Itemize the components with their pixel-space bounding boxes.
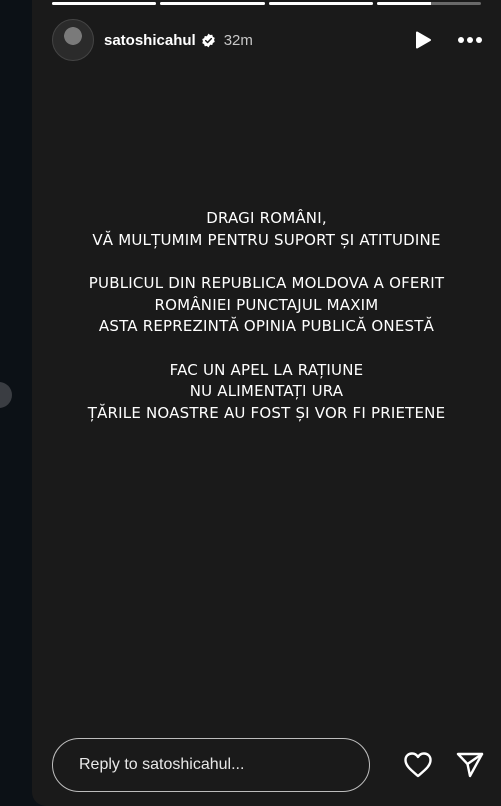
story-progress-segment bbox=[376, 2, 481, 5]
username[interactable]: satoshicahul bbox=[104, 32, 196, 49]
play-icon[interactable] bbox=[413, 30, 433, 50]
story-text-line: ROMÂNIEI PUNCTAJUL MAXIM bbox=[154, 295, 379, 314]
story-text-line: ȚĂRILE NOASTRE AU FOST ȘI VOR FI PRIETEN… bbox=[87, 403, 446, 422]
story-progress-fill bbox=[160, 2, 265, 5]
story-header: satoshicahul 32m bbox=[52, 19, 483, 61]
story-timestamp: 32m bbox=[223, 31, 253, 49]
story-progress-segment bbox=[52, 2, 157, 5]
send-icon[interactable] bbox=[455, 751, 485, 779]
story-text: DRAGI ROMÂNI, VĂ MULȚUMIM PENTRU SUPORT Ș… bbox=[32, 208, 501, 424]
avatar[interactable] bbox=[52, 19, 94, 61]
story-viewer: satoshicahul 32m DRAGI ROMÂNI, VĂ MULȚUMI… bbox=[32, 0, 501, 806]
story-text-line: FAC UN APEL LA RAȚIUNE bbox=[169, 360, 364, 379]
story-text-line: VĂ MULȚUMIM PENTRU SUPORT ȘI ATITUDINE bbox=[92, 230, 441, 249]
more-options-icon[interactable] bbox=[457, 36, 483, 44]
story-progress-bar bbox=[52, 2, 481, 5]
heart-icon[interactable] bbox=[403, 751, 433, 779]
story-progress-fill bbox=[268, 2, 373, 5]
verified-badge-icon bbox=[201, 33, 216, 48]
story-progress-segment bbox=[160, 2, 265, 5]
story-text-line: NU ALIMENTAȚI URA bbox=[189, 382, 344, 400]
reply-placeholder: Reply to satoshicahul... bbox=[79, 756, 245, 773]
story-footer: Reply to satoshicahul... bbox=[52, 737, 485, 793]
story-text-line: DRAGI ROMÂNI, bbox=[206, 209, 327, 227]
reply-input[interactable]: Reply to satoshicahul... bbox=[52, 738, 370, 792]
story-text-line: ASTA REPREZINTĂ OPINIA PUBLICĂ ONESTĂ bbox=[98, 317, 435, 335]
story-text-gap bbox=[32, 338, 501, 360]
story-progress-segment bbox=[268, 2, 373, 5]
story-progress-fill bbox=[52, 2, 157, 5]
story-progress-fill bbox=[376, 2, 431, 5]
story-text-gap bbox=[32, 251, 501, 273]
story-text-line: PUBLICUL DIN REPUBLICA MOLDOVA A OFERIT bbox=[88, 274, 445, 292]
